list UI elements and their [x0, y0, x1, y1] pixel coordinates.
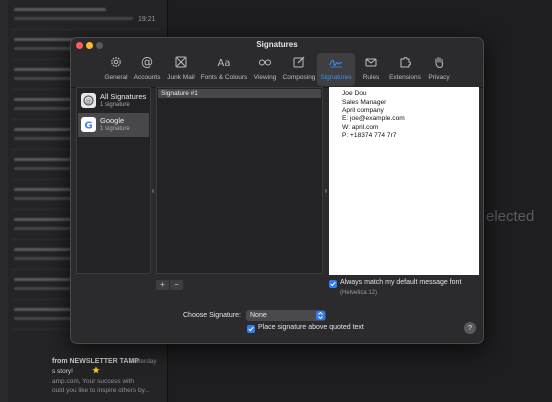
- message-sender: from NEWSLETTER TAMP: [52, 358, 139, 365]
- gear-icon: [111, 57, 121, 67]
- font-hint: (Helvetica 12): [340, 290, 378, 296]
- account-all-signatures[interactable]: @ All Signatures 1 signature: [78, 89, 149, 113]
- svg-text:G: G: [84, 121, 92, 132]
- junk-tray-icon: [175, 56, 187, 68]
- place-above-quoted-label: Place signature above quoted text: [258, 324, 364, 331]
- column-resize-handle[interactable]: [152, 189, 154, 193]
- preferences-toolbar: General @ Accounts Junk Mail Aa Fonts & …: [71, 52, 483, 88]
- column-resize-handle[interactable]: [325, 189, 327, 193]
- signature-line: W: april.com: [342, 124, 379, 131]
- puzzle-icon: [400, 57, 411, 68]
- signatures-list: Signature #1: [156, 87, 323, 274]
- help-button[interactable]: ?: [464, 322, 476, 334]
- signature-line: Sales Manager: [342, 99, 387, 106]
- account-signature-count: 1 signature: [100, 102, 130, 108]
- signature-line: P: +18374 774 7r7: [342, 132, 397, 139]
- tab-extensions[interactable]: Extensions: [386, 53, 424, 86]
- glasses-icon: [259, 59, 271, 66]
- message-subject: s story!: [52, 368, 73, 375]
- tab-accounts[interactable]: @ Accounts: [128, 53, 166, 86]
- window-title: Signatures: [256, 40, 298, 49]
- hand-icon: [435, 57, 443, 69]
- mailbox-sidebar: [0, 0, 8, 402]
- message-preview: amp.com, Your success with: [52, 378, 135, 385]
- signature-line: April company: [342, 107, 384, 114]
- checkmark-icon: [248, 326, 254, 332]
- choose-signature-select[interactable]: None: [246, 310, 326, 321]
- signatures-preferences-window: Signatures General @ Accounts Junk Mail …: [70, 37, 484, 344]
- all-signatures-icon: @: [81, 93, 96, 108]
- account-name: Google: [100, 116, 125, 125]
- match-font-label: Always match my default message font: [340, 279, 462, 286]
- account-name: All Signatures: [100, 92, 147, 101]
- message-time: 19:21: [138, 16, 156, 23]
- signature-add-remove-buttons: + −: [156, 280, 184, 290]
- tab-privacy[interactable]: Privacy: [420, 53, 458, 86]
- signature-name: Signature #1: [161, 90, 198, 97]
- add-signature-button[interactable]: +: [156, 280, 169, 290]
- account-signature-count: 1 signature: [100, 126, 130, 132]
- tab-viewing[interactable]: Viewing: [246, 53, 284, 86]
- compose-icon: [293, 56, 305, 68]
- star-emoji-icon: [92, 366, 100, 374]
- no-message-selected-text: elected: [486, 208, 535, 225]
- tab-rules[interactable]: Rules: [352, 53, 390, 86]
- checkmark-icon: [330, 281, 336, 287]
- choose-signature-label: Choose Signature:: [183, 312, 241, 319]
- google-icon: G: [81, 117, 96, 132]
- tab-label: Privacy: [428, 74, 450, 81]
- list-item[interactable]: [12, 0, 161, 30]
- tab-signatures[interactable]: Signatures: [317, 53, 355, 86]
- svg-text:@: @: [141, 55, 153, 69]
- place-above-quoted-checkbox[interactable]: [247, 325, 255, 333]
- tab-junk-mail[interactable]: Junk Mail: [162, 53, 200, 86]
- font-aa-icon: Aa: [218, 58, 231, 69]
- at-icon: @: [141, 55, 153, 69]
- svg-text:@: @: [85, 97, 92, 105]
- title-bar[interactable]: Signatures: [71, 38, 483, 52]
- svg-text:Aa: Aa: [218, 58, 231, 69]
- signature-preview-editor[interactable]: Joe Dou Sales Manager April company E: j…: [329, 87, 479, 275]
- select-arrows-icon: [316, 311, 325, 320]
- tab-fonts-colours[interactable]: Aa Fonts & Colours: [201, 53, 248, 86]
- match-font-checkbox[interactable]: [329, 280, 337, 288]
- signature-icon: [329, 59, 343, 68]
- message-date: Yesterday: [128, 358, 157, 365]
- signature-row[interactable]: Signature #1: [158, 89, 321, 98]
- accounts-list: @ All Signatures 1 signature G Google 1 …: [76, 87, 151, 274]
- message-preview: ould you like to inspire others by...: [52, 387, 150, 394]
- remove-signature-button[interactable]: −: [170, 280, 183, 290]
- signature-line: Joe Dou: [342, 90, 367, 97]
- choose-signature-value: None: [250, 311, 267, 319]
- tab-composing[interactable]: Composing: [280, 53, 318, 86]
- envelope-rules-icon: [365, 58, 377, 67]
- signature-line: E: joe@example.com: [342, 115, 405, 122]
- account-google[interactable]: G Google 1 signature: [78, 113, 149, 137]
